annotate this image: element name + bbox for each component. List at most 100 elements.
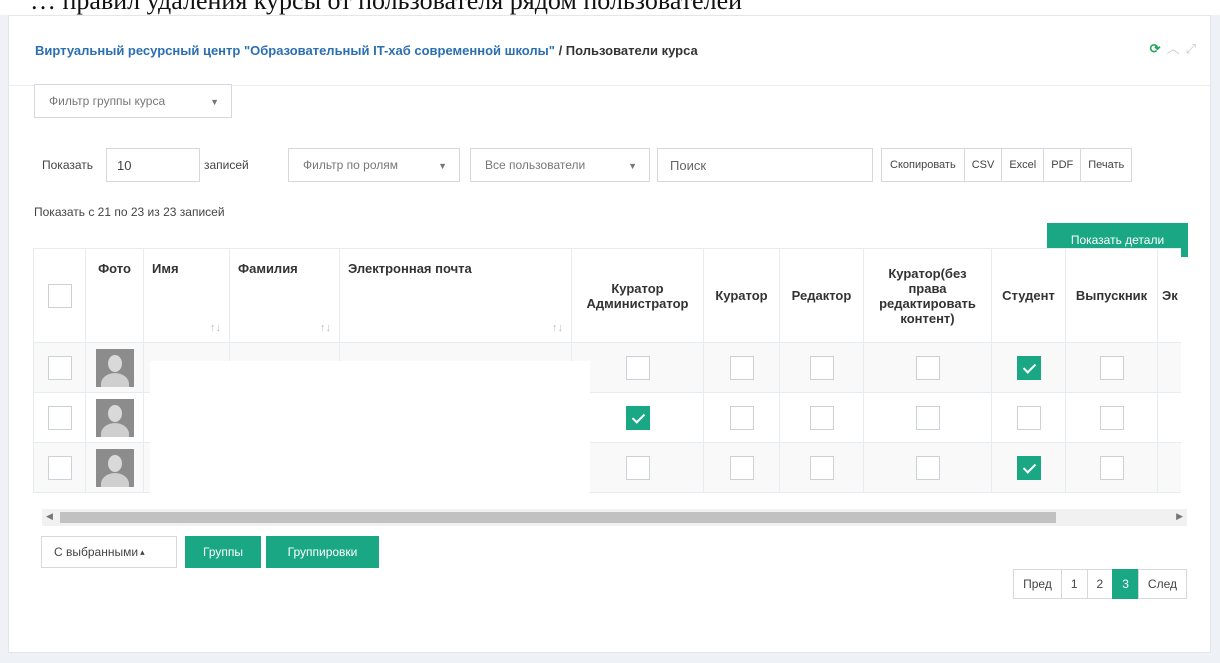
role-checkbox-curator-no-edit[interactable] bbox=[915, 455, 940, 480]
column-curator: Куратор bbox=[703, 248, 780, 343]
role-curator-no-edit-cell bbox=[863, 392, 992, 443]
page-size-select[interactable]: 10 bbox=[106, 148, 200, 182]
role-student-cell bbox=[991, 342, 1066, 393]
role-checkbox-curator[interactable] bbox=[729, 405, 754, 430]
column-graduate: Выпускник bbox=[1065, 248, 1158, 343]
page-caption-fragment: … правил удаления курсы от пользователя … bbox=[30, 0, 743, 15]
pagination-page-current[interactable]: 3 bbox=[1112, 569, 1139, 599]
column-student-label: Студент bbox=[1002, 288, 1055, 303]
role-curator-no-edit-cell bbox=[863, 442, 992, 493]
role-curator-cell bbox=[703, 342, 780, 393]
panel-header: Виртуальный ресурсный центр "Образовател… bbox=[9, 16, 1210, 86]
extra-cell bbox=[1157, 392, 1181, 443]
breadcrumb-separator: / bbox=[554, 43, 566, 58]
column-email[interactable]: Электронная почта ↑↓ bbox=[339, 248, 572, 343]
role-curator-admin-cell bbox=[571, 442, 704, 493]
column-last-name[interactable]: Фамилия ↑↓ bbox=[229, 248, 340, 343]
column-curator-admin-label: Куратор Администратор bbox=[586, 280, 689, 311]
excel-button[interactable]: Excel bbox=[1001, 148, 1045, 182]
pagination-prev[interactable]: Пред bbox=[1013, 569, 1062, 599]
table-header-row: Фото Имя ↑↓ Фамилия ↑↓ Электронная почта ↑↓… bbox=[33, 248, 1181, 343]
horizontal-scrollbar[interactable]: ◀ ▶ bbox=[42, 509, 1187, 526]
role-graduate-cell bbox=[1065, 342, 1158, 393]
role-student-cell bbox=[991, 392, 1066, 443]
extra-cell bbox=[1157, 442, 1181, 493]
expand-icon[interactable]: ⤢ bbox=[1186, 42, 1196, 56]
role-checkbox-curator-admin[interactable] bbox=[625, 355, 650, 380]
row-select-checkbox[interactable] bbox=[47, 355, 72, 380]
records-label: записей bbox=[204, 158, 249, 172]
photo-cell bbox=[85, 392, 144, 443]
role-filter[interactable]: Фильтр по ролям ▼ bbox=[288, 148, 460, 182]
select-all-header bbox=[33, 248, 86, 343]
role-curator-no-edit-cell bbox=[863, 342, 992, 393]
sort-icon: ↑↓ bbox=[320, 322, 331, 334]
role-checkbox-curator-admin[interactable] bbox=[625, 405, 650, 430]
role-editor-cell bbox=[779, 392, 864, 443]
column-editor-label: Редактор bbox=[791, 288, 852, 303]
column-curator-no-edit-label: Куратор(без права редактировать контент) bbox=[879, 265, 976, 326]
users-filter[interactable]: Все пользователи ▼ bbox=[470, 148, 650, 182]
column-next-label: Эк bbox=[1162, 288, 1178, 303]
row-select-checkbox[interactable] bbox=[47, 455, 72, 480]
refresh-icon[interactable]: ⟳ bbox=[1150, 42, 1161, 56]
role-checkbox-student[interactable] bbox=[1016, 455, 1041, 480]
show-label: Показать bbox=[42, 158, 94, 172]
course-group-filter[interactable]: Фильтр группы курса ▼ bbox=[34, 84, 232, 118]
print-button[interactable]: Печать bbox=[1080, 148, 1133, 182]
course-group-filter-label: Фильтр группы курса bbox=[49, 94, 166, 108]
breadcrumb: Виртуальный ресурсный центр "Образовател… bbox=[35, 43, 698, 58]
photo-cell bbox=[85, 342, 144, 393]
column-last-name-label: Фамилия bbox=[238, 261, 298, 276]
role-checkbox-editor[interactable] bbox=[809, 455, 834, 480]
column-first-name[interactable]: Имя ↑↓ bbox=[143, 248, 230, 343]
copy-button[interactable]: Скопировать bbox=[881, 148, 965, 182]
search-input[interactable]: Поиск bbox=[657, 148, 873, 182]
role-checkbox-curator[interactable] bbox=[729, 455, 754, 480]
column-curator-label: Куратор bbox=[715, 288, 768, 303]
caret-down-icon: ▼ bbox=[628, 161, 637, 171]
role-curator-admin-cell bbox=[571, 392, 704, 443]
role-checkbox-graduate[interactable] bbox=[1099, 355, 1124, 380]
avatar bbox=[95, 448, 134, 487]
row-select-cell bbox=[33, 342, 86, 393]
redacted-area bbox=[150, 361, 590, 506]
role-checkbox-editor[interactable] bbox=[809, 405, 834, 430]
role-checkbox-student[interactable] bbox=[1016, 355, 1041, 380]
pagination-page[interactable]: 1 bbox=[1060, 569, 1088, 599]
role-checkbox-curator-no-edit[interactable] bbox=[915, 355, 940, 380]
csv-button[interactable]: CSV bbox=[963, 148, 1003, 182]
groups-button[interactable]: Группы bbox=[185, 536, 261, 568]
row-select-checkbox[interactable] bbox=[47, 405, 72, 430]
row-select-cell bbox=[33, 392, 86, 443]
pdf-button[interactable]: PDF bbox=[1043, 148, 1082, 182]
select-all-checkbox[interactable] bbox=[47, 283, 72, 308]
role-editor-cell bbox=[779, 442, 864, 493]
groupings-button[interactable]: Группировки bbox=[266, 536, 379, 568]
users-filter-label: Все пользователи bbox=[485, 158, 586, 172]
role-checkbox-editor[interactable] bbox=[809, 355, 834, 380]
page-size-value: 10 bbox=[117, 157, 132, 173]
column-curator-no-edit: Куратор(без права редактировать контент) bbox=[863, 248, 992, 343]
pagination-page[interactable]: 2 bbox=[1086, 569, 1114, 599]
pagination-next[interactable]: След bbox=[1137, 569, 1187, 599]
scroll-right-icon[interactable]: ▶ bbox=[1176, 511, 1183, 522]
role-graduate-cell bbox=[1065, 392, 1158, 443]
role-checkbox-curator[interactable] bbox=[729, 355, 754, 380]
column-curator-admin: Куратор Администратор bbox=[571, 248, 704, 343]
column-editor: Редактор bbox=[779, 248, 864, 343]
caret-down-icon: ▼ bbox=[210, 97, 219, 107]
photo-cell bbox=[85, 442, 144, 493]
column-graduate-label: Выпускник bbox=[1075, 288, 1148, 303]
breadcrumb-course-link[interactable]: Виртуальный ресурсный центр "Образовател… bbox=[35, 43, 555, 58]
chevron-up-icon[interactable]: ︿ bbox=[1167, 42, 1180, 56]
role-checkbox-graduate[interactable] bbox=[1099, 455, 1124, 480]
scroll-left-icon[interactable]: ◀ bbox=[46, 511, 53, 522]
column-photo: Фото bbox=[85, 248, 144, 343]
role-checkbox-graduate[interactable] bbox=[1099, 405, 1124, 430]
scrollbar-thumb[interactable] bbox=[60, 512, 1056, 523]
role-checkbox-curator-no-edit[interactable] bbox=[915, 405, 940, 430]
role-checkbox-curator-admin[interactable] bbox=[625, 455, 650, 480]
bulk-actions-button[interactable]: С выбранными ▴ bbox=[41, 536, 177, 568]
role-checkbox-student[interactable] bbox=[1016, 405, 1041, 430]
